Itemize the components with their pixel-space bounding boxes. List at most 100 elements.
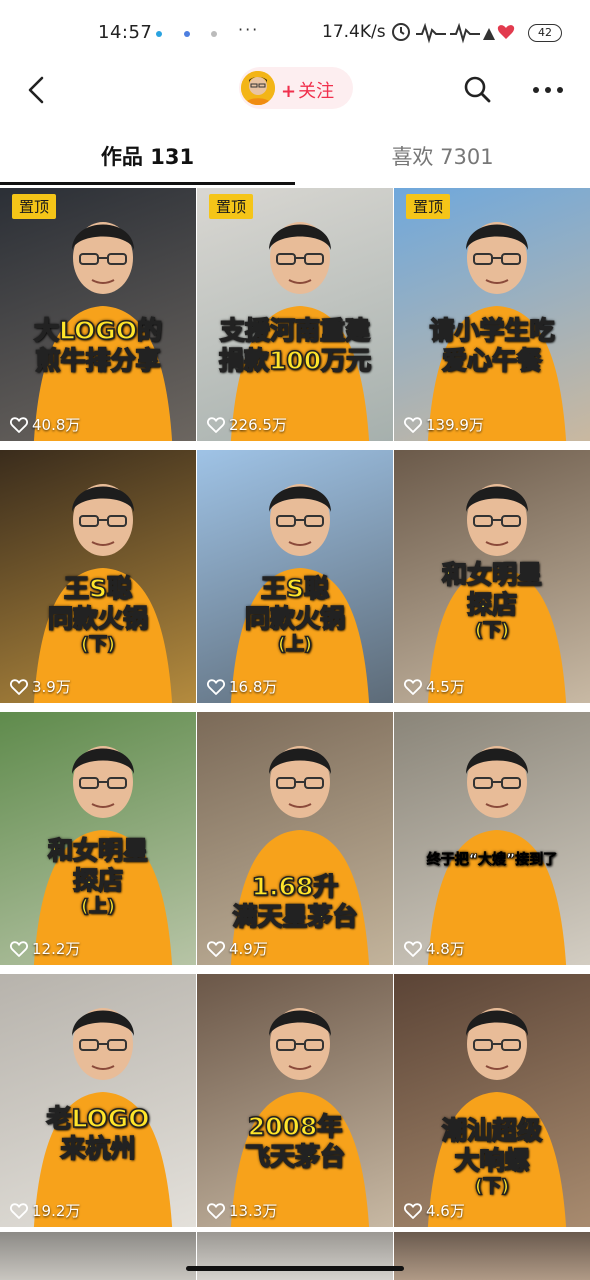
video-caption-line: 大响螺 [454, 1145, 531, 1176]
network-speed: 17.4K/s [322, 22, 386, 42]
like-count: 4.6万 [404, 1200, 465, 1221]
video-caption-line: 潮汕超级 [441, 1115, 543, 1146]
notification-dot-icon [184, 31, 190, 37]
like-count-value: 16.8万 [229, 678, 278, 696]
video-caption: 大LOGO的 煎牛排分享 [0, 315, 196, 376]
video-caption: 1.68升 满天星茅台 [197, 871, 393, 932]
video-caption-line: 请小学生吃 [429, 315, 556, 346]
more-horizontal-icon [533, 87, 563, 93]
video-card[interactable]: 王S聪 同款火锅 (上) 16.8万 [197, 450, 393, 703]
status-time: 14:57 [98, 22, 153, 43]
tab-works[interactable]: 作品 131 [0, 128, 295, 186]
heart-outline-icon [404, 1202, 422, 1219]
video-caption-line: 老LOGO [46, 1103, 151, 1134]
like-count: 40.8万 [10, 414, 80, 435]
video-caption-line: 1.68升 [251, 871, 339, 902]
like-count: 12.2万 [10, 938, 80, 959]
like-count-value: 40.8万 [32, 416, 81, 434]
video-card[interactable]: 置顶 请小学生吃 爱心午餐 139.9万 [394, 188, 590, 441]
like-count-value: 19.2万 [32, 1202, 81, 1220]
person-figure [230, 1008, 370, 1227]
heart-outline-icon [10, 940, 28, 957]
video-caption-line: 同款火锅 [47, 603, 149, 634]
video-card[interactable]: 和女明星 探店 (上) 12.2万 [0, 712, 196, 965]
notification-dot-icon [156, 31, 162, 37]
video-caption-line: (下) [80, 633, 116, 655]
video-card[interactable]: 置顶 大LOGO的 煎牛排分享 40.8万 [0, 188, 196, 441]
video-caption: 王S聪 同款火锅 (下) [0, 573, 196, 655]
like-count: 4.9万 [207, 938, 268, 959]
video-thumbnail-partial[interactable] [197, 1232, 393, 1280]
tab-likes[interactable]: 喜欢 7301 [295, 128, 590, 186]
like-count: 226.5万 [207, 414, 287, 435]
video-caption: 王S聪 同款火锅 (上) [197, 573, 393, 655]
video-caption: 和女明星 探店 (下) [394, 559, 590, 641]
video-caption-line: (上) [80, 895, 116, 917]
heart-outline-icon [207, 1202, 225, 1219]
pinned-badge: 置顶 [209, 194, 254, 219]
person-figure [427, 746, 567, 965]
heart-outline-icon [404, 940, 422, 957]
video-caption-line: 探店 [72, 865, 124, 896]
like-count: 4.8万 [404, 938, 465, 959]
heart-outline-icon [207, 416, 225, 433]
back-button[interactable] [18, 70, 58, 110]
heart-outline-icon [207, 678, 225, 695]
video-caption-line: 支援河南重建 [219, 315, 371, 346]
video-caption-line: 满天星茅台 [232, 901, 359, 932]
notification-dot-icon [211, 31, 217, 37]
video-thumbnail-partial[interactable] [394, 1232, 590, 1280]
like-count: 139.9万 [404, 414, 484, 435]
profile-nav-bar: + 关注 [0, 66, 590, 116]
follow-button[interactable]: + 关注 [239, 67, 353, 109]
pinned-badge: 置顶 [406, 194, 451, 219]
avatar-image [241, 71, 275, 105]
video-card[interactable]: 潮汕超级 大响螺 (下) 4.6万 [394, 974, 590, 1227]
video-caption: 终于把“大嫂”接到了 [394, 852, 590, 869]
video-caption-line: 王S聪 [63, 573, 133, 604]
like-count-value: 12.2万 [32, 940, 81, 958]
video-card[interactable]: 老LOGO 来杭州 19.2万 [0, 974, 196, 1227]
home-indicator [186, 1266, 404, 1271]
battery-indicator: 42 [528, 24, 562, 42]
video-caption: 和女明星 探店 (上) [0, 835, 196, 917]
like-count: 3.9万 [10, 676, 71, 697]
video-caption-line: (下) [474, 1175, 510, 1197]
heart-outline-icon [207, 940, 225, 957]
video-card[interactable]: 王S聪 同款火锅 (下) 3.9万 [0, 450, 196, 703]
like-count: 13.3万 [207, 1200, 277, 1221]
video-card[interactable]: 2008年 飞天茅台 13.3万 [197, 974, 393, 1227]
status-bar: 14:57 ··· 17.4K/s 42 [0, 0, 590, 66]
like-count-value: 4.9万 [229, 940, 268, 958]
like-count: 4.5万 [404, 676, 465, 697]
like-count-value: 3.9万 [32, 678, 71, 696]
active-tab-indicator [0, 182, 295, 185]
video-caption-line: 同款火锅 [244, 603, 346, 634]
heart-outline-icon [404, 678, 422, 695]
like-count-value: 4.5万 [426, 678, 465, 696]
follow-label: + 关注 [281, 81, 335, 102]
video-caption-line: (上) [277, 633, 313, 655]
video-grid-partial-row [0, 1232, 590, 1280]
chevron-left-icon [28, 76, 44, 104]
video-card[interactable]: 终于把“大嫂”接到了 4.8万 [394, 712, 590, 965]
video-caption: 2008年 飞天茅台 [197, 1111, 393, 1172]
video-caption-line: (下) [474, 619, 510, 641]
video-caption-line: 煎牛排分享 [35, 345, 162, 376]
video-caption: 潮汕超级 大响螺 (下) [394, 1115, 590, 1197]
status-more-icon: ··· [238, 20, 260, 39]
video-caption: 老LOGO 来杭州 [0, 1103, 196, 1164]
more-options-button[interactable] [528, 72, 568, 108]
video-card[interactable]: 置顶支援河南重建 捐款100万元 226.5万 [197, 188, 393, 441]
video-caption-line: 和女明星 [441, 559, 543, 590]
heart-outline-icon [10, 678, 28, 695]
like-count-value: 13.3万 [229, 1202, 278, 1220]
heart-outline-icon [404, 416, 422, 433]
video-card[interactable]: 1.68升 满天星茅台 4.9万 [197, 712, 393, 965]
video-card[interactable]: 和女明星 探店 (下) 4.5万 [394, 450, 590, 703]
video-caption-line: 捐款100万元 [218, 345, 372, 376]
like-count-value: 4.6万 [426, 1202, 465, 1220]
heart-outline-icon [10, 1202, 28, 1219]
search-button[interactable] [460, 72, 496, 108]
video-thumbnail-partial[interactable] [0, 1232, 196, 1280]
